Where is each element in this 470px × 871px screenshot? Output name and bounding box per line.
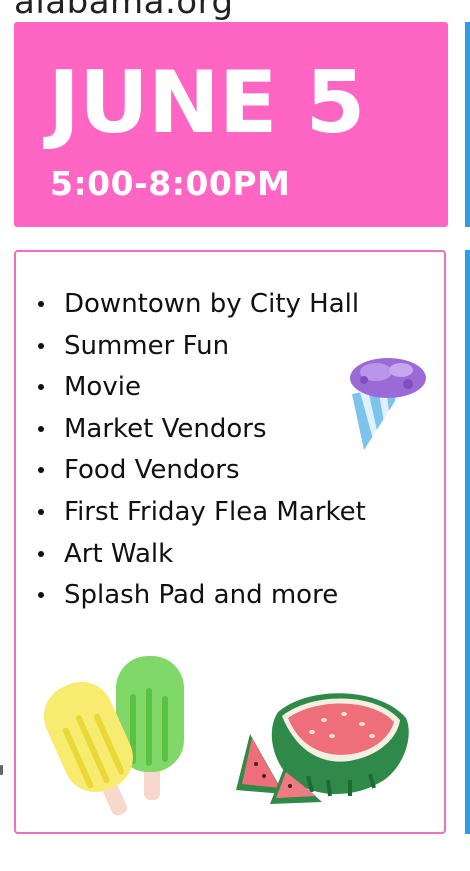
list-item: Art Walk <box>34 536 366 578</box>
adjacent-panel-edge <box>465 250 470 834</box>
event-time: 5:00-8:00PM <box>50 164 291 203</box>
event-details-card: Downtown by City Hall Summer Fun Movie M… <box>14 250 446 834</box>
list-item: Market Vendors <box>34 411 366 453</box>
edge-mark <box>0 765 3 775</box>
adjacent-panel-edge <box>465 22 470 227</box>
list-item: Downtown by City Hall <box>34 286 366 328</box>
popsicles-icon <box>44 656 184 816</box>
snow-cone-icon <box>350 358 426 450</box>
list-item: Food Vendors <box>34 452 366 494</box>
list-item: First Friday Flea Market <box>34 494 366 536</box>
list-item: Movie <box>34 369 366 411</box>
list-item: Splash Pad and more <box>34 577 366 619</box>
list-item: Summer Fun <box>34 328 366 370</box>
event-list: Downtown by City Hall Summer Fun Movie M… <box>34 286 366 619</box>
date-card: JUNE 5 5:00-8:00PM <box>14 22 448 227</box>
event-date: JUNE 5 <box>48 53 365 153</box>
site-url: alabama.org <box>14 0 234 22</box>
watermelon-icon <box>236 693 409 804</box>
